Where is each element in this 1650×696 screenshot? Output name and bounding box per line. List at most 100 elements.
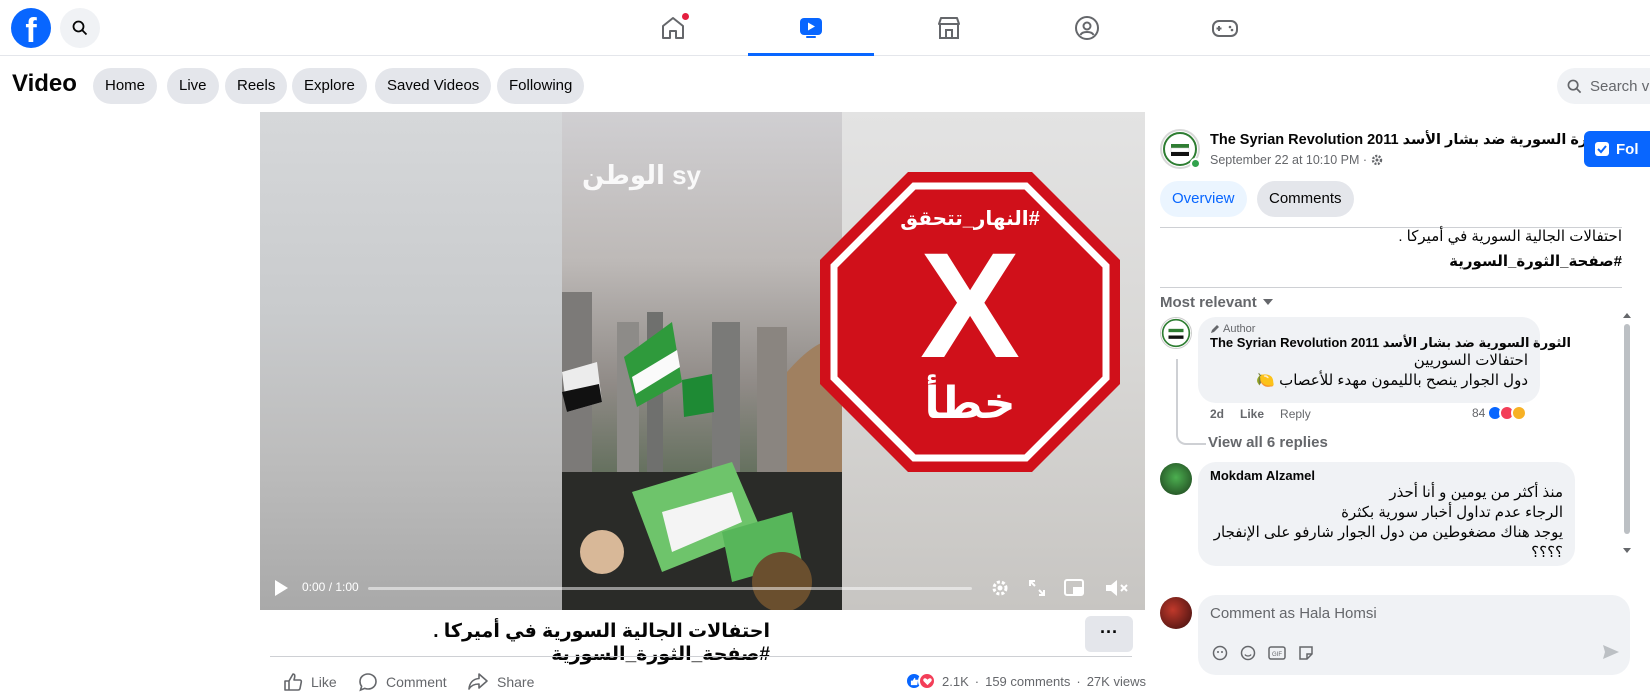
gear-icon — [1371, 154, 1383, 166]
love-reaction-icon — [918, 672, 936, 690]
separator-dot: · — [974, 673, 980, 689]
search-icon — [72, 20, 88, 36]
emoji-icon[interactable] — [1240, 645, 1256, 661]
settings-icon[interactable] — [990, 578, 1010, 598]
false-x-mark: X — [919, 221, 1021, 389]
expand-icon[interactable] — [1028, 579, 1046, 597]
comment-icon — [359, 673, 377, 692]
haha-reaction-icon — [1511, 405, 1528, 421]
comment-reaction-count: 84 — [1472, 406, 1486, 420]
thumbs-up-icon — [284, 673, 303, 691]
online-status-dot — [1190, 158, 1201, 169]
comment-button[interactable]: Comment — [358, 672, 447, 692]
post-time[interactable]: September 22 at 10:10 PM · — [1210, 153, 1367, 167]
avatar[interactable] — [1160, 463, 1192, 495]
false-label: خطأ — [924, 379, 1016, 428]
play-icon[interactable] — [274, 580, 288, 596]
comment-text: دول الجوار ينصح بالليمون مهدء للأعصاب 🍋 — [1256, 372, 1528, 389]
comment-bubble: Mokdam Alzamel منذ أكثر من يومين و أنا أ… — [1198, 462, 1575, 566]
more-options-button[interactable]: ··· — [1085, 616, 1133, 652]
share-icon — [468, 673, 488, 690]
follow-icon — [1595, 142, 1609, 156]
send-icon[interactable] — [1602, 644, 1620, 660]
avatar-sticker-icon[interactable] — [1212, 645, 1228, 661]
composer-tools: GIF — [1212, 645, 1314, 661]
video-player[interactable]: الوطن sy #النهار_تتحقق X خطأ 0:00 / 1:00 — [260, 112, 1145, 610]
comment-text: منذ أكثر من يومين و أنا أحذر — [1389, 484, 1563, 501]
post-caption: احتفالات الجالية السورية في أميركا . #صف… — [1160, 224, 1622, 274]
mute-icon[interactable] — [1105, 579, 1129, 597]
groups-icon — [1075, 16, 1099, 40]
chip-following[interactable]: Following — [497, 68, 585, 104]
caption-hashtag[interactable]: #صفحة_الثورة_السورية — [1160, 249, 1622, 274]
chip-reels[interactable]: Reels — [225, 68, 288, 104]
facebook-logo[interactable]: f — [11, 8, 51, 48]
comment-text: احتفالات السوريين — [1413, 352, 1528, 369]
playback-time: 0:00 / 1:00 — [302, 580, 359, 594]
post-timestamp: September 22 at 10:10 PM · — [1210, 153, 1383, 167]
page-name[interactable]: The Syrian Revolution 2011 الثورة السوري… — [1210, 132, 1613, 148]
comment-composer: Comment as Hala Homsi GIF — [1160, 595, 1630, 687]
channel-watermark: الوطن sy — [582, 160, 702, 190]
pencil-icon — [1211, 325, 1219, 333]
chip-saved-videos[interactable]: Saved Videos — [375, 68, 492, 104]
commenter-name[interactable]: The Syrian Revolution 2011 الثورة السوري… — [1210, 335, 1571, 351]
like-button[interactable]: Like — [283, 672, 337, 692]
search-placeholder: Search vic — [1590, 77, 1650, 95]
comment-input[interactable]: Comment as Hala Homsi GIF — [1198, 595, 1630, 675]
author-badge: Author — [1210, 323, 1528, 335]
like-label: Like — [311, 674, 337, 690]
views-count: 27K views — [1086, 673, 1146, 689]
nav-tab-marketplace[interactable] — [886, 0, 1012, 56]
comment-text: ؟؟؟؟ — [1531, 544, 1563, 561]
comment-label: Comment — [386, 674, 447, 690]
commenter-name[interactable]: Mokdam Alzamel — [1210, 468, 1563, 483]
comments-scrollbar[interactable] — [1621, 312, 1633, 556]
avatar[interactable] — [1160, 317, 1192, 349]
comment-sort-dropdown[interactable]: Most relevant — [1160, 294, 1273, 311]
gaming-icon — [1212, 20, 1238, 37]
share-button[interactable]: Share — [467, 672, 534, 692]
sticker-icon[interactable] — [1298, 645, 1314, 661]
gif-icon[interactable]: GIF — [1268, 645, 1286, 661]
chip-home[interactable]: Home — [93, 68, 158, 104]
comment-bubble: Author The Syrian Revolution 2011 الثورة… — [1198, 317, 1571, 403]
comment-age[interactable]: 2d — [1210, 407, 1224, 421]
video-search-input[interactable]: Search vic — [1557, 68, 1650, 104]
nav-tab-video[interactable] — [748, 0, 874, 56]
comment-reply[interactable]: Reply — [1280, 407, 1311, 421]
divider — [270, 656, 1132, 657]
nav-tab-groups[interactable] — [1024, 0, 1150, 56]
fact-check-stop-sign: #النهار_تتحقق X خطأ — [820, 172, 1120, 472]
nav-tab-home[interactable] — [610, 0, 736, 56]
nav-tab-gaming[interactable] — [1162, 0, 1288, 56]
reaction-count[interactable]: 2.1K — [942, 674, 969, 689]
follow-button[interactable]: Fol — [1584, 131, 1650, 167]
blurred-background-left — [260, 112, 562, 610]
sort-label: Most relevant — [1160, 294, 1257, 311]
chip-explore[interactable]: Explore — [292, 68, 367, 104]
video-frame: الوطن sy — [562, 112, 842, 610]
search-button[interactable] — [60, 8, 100, 48]
marketplace-icon — [938, 17, 960, 39]
seek-bar[interactable] — [368, 587, 972, 590]
comment-text: الرجاء عدم تداول أخبار سورية بكثرة — [1341, 504, 1563, 521]
picture-in-picture-icon[interactable] — [1064, 579, 1084, 597]
view-replies-link[interactable]: View all 6 replies — [1208, 434, 1328, 451]
tab-overview[interactable]: Overview — [1160, 181, 1247, 217]
reaction-icons[interactable] — [905, 672, 936, 690]
player-controls: 0:00 / 1:00 — [260, 566, 1145, 610]
chip-live[interactable]: Live — [167, 68, 219, 104]
chevron-down-icon — [1262, 299, 1273, 305]
comment-text: يوجد هناك مضغوطين من دول الجوار شارفو عل… — [1213, 524, 1563, 541]
top-navigation-bar: f — [0, 0, 1650, 56]
video-icon — [800, 17, 822, 38]
author-badge-label: Author — [1223, 323, 1256, 335]
comment-reactions[interactable]: 84 — [1472, 405, 1528, 421]
avatar[interactable] — [1160, 597, 1192, 629]
comments-count[interactable]: 159 comments — [985, 674, 1070, 689]
comment-like[interactable]: Like — [1240, 407, 1264, 421]
tab-comments[interactable]: Comments — [1257, 181, 1354, 217]
separator-dot: · — [1076, 673, 1081, 689]
svg-text:GIF: GIF — [1272, 652, 1282, 658]
